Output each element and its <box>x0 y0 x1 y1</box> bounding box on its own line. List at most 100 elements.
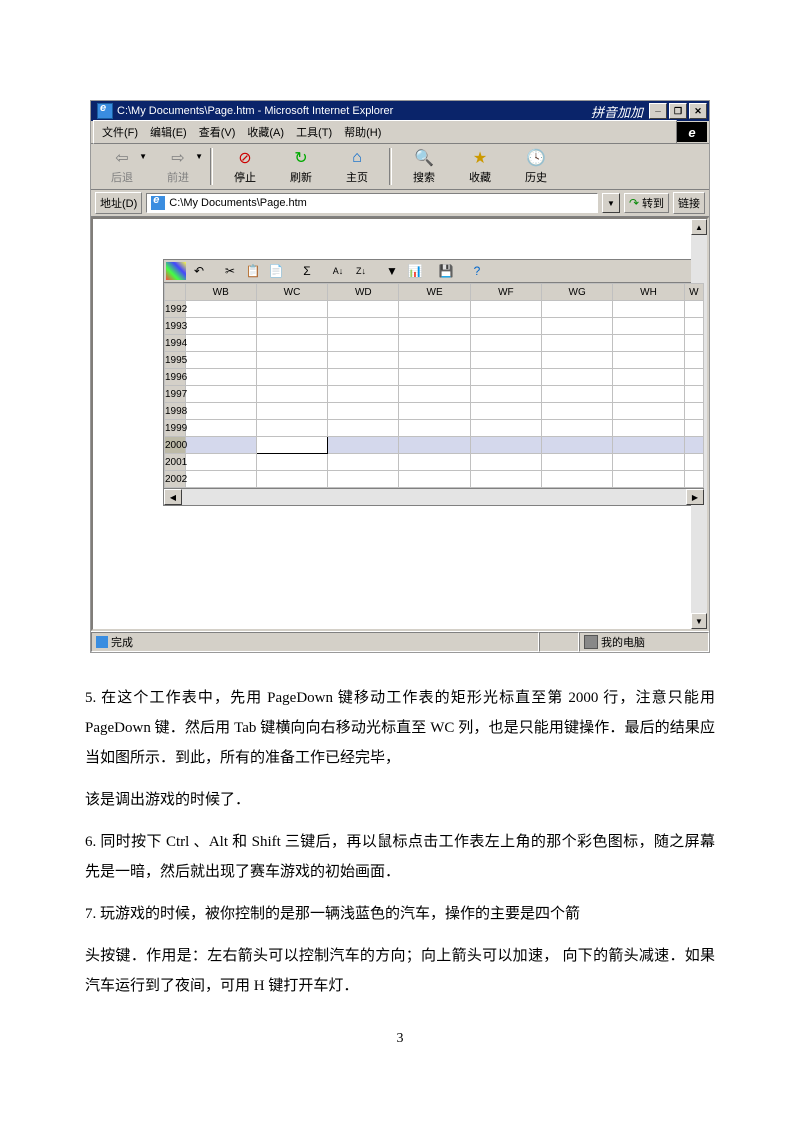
chart-button[interactable]: 📊 <box>404 261 426 281</box>
sort-desc-button[interactable]: Z↓ <box>350 261 372 281</box>
chevron-down-icon: ▼ <box>139 152 147 161</box>
page-icon <box>151 196 165 210</box>
paragraph-5: 5. 在这个工作表中，先用 PageDown 键移动工作表的矩形光标直至第 20… <box>85 683 715 773</box>
sheet-toolbar: ↶ ✂ 📋 📄 Σ A↓ Z↓ ▼ 📊 💾 ? <box>164 260 704 283</box>
selected-row: 2000 <box>165 437 704 454</box>
row-header[interactable]: 2001 <box>165 454 186 471</box>
row-header[interactable]: 1996 <box>165 369 186 386</box>
statusbar: 完成 我的电脑 <box>91 631 709 652</box>
menu-tools[interactable]: 工具(T) <box>290 122 338 142</box>
sum-button[interactable]: Σ <box>296 261 318 281</box>
back-button[interactable]: ⇦ 后退 ▼ <box>95 146 149 187</box>
col-header[interactable]: WE <box>399 284 470 301</box>
favorites-button[interactable]: ★ 收藏 <box>453 146 507 187</box>
col-header[interactable]: WG <box>542 284 613 301</box>
forward-icon: ⇨ <box>168 148 188 168</box>
go-button[interactable]: ↷ 转到 <box>624 193 669 213</box>
filter-button[interactable]: ▼ <box>381 261 403 281</box>
spreadsheet: ↶ ✂ 📋 📄 Σ A↓ Z↓ ▼ 📊 💾 ? <box>163 259 705 506</box>
row-header[interactable]: 1993 <box>165 318 186 335</box>
scroll-down-icon[interactable]: ▼ <box>691 613 707 629</box>
paste-button[interactable]: 📄 <box>265 261 287 281</box>
address-dropdown[interactable]: ▼ <box>602 193 620 213</box>
toolbar: ⇦ 后退 ▼ ⇨ 前进 ▼ ⊘ 停止 ↻ 刷新 ⌂ 主页 <box>91 144 709 190</box>
row-header[interactable]: 1997 <box>165 386 186 403</box>
browser-content: ▲ ▼ ↶ ✂ 📋 📄 Σ A↓ Z↓ <box>91 217 709 631</box>
menu-view[interactable]: 查看(V) <box>193 122 242 142</box>
sheet-hscrollbar[interactable]: ◀ ▶ <box>164 488 704 505</box>
titlebar: C:\My Documents\Page.htm - Microsoft Int… <box>91 101 709 121</box>
status-pane <box>539 632 579 652</box>
address-input[interactable]: C:\My Documents\Page.htm <box>146 193 598 213</box>
menu-help[interactable]: 帮助(H) <box>338 122 387 142</box>
col-header[interactable]: W <box>684 284 703 301</box>
document-icon <box>96 636 108 648</box>
ime-indicator: 拼音加加 <box>591 102 643 121</box>
forward-button[interactable]: ⇨ 前进 ▼ <box>151 146 205 187</box>
home-button[interactable]: ⌂ 主页 <box>330 146 384 187</box>
home-icon: ⌂ <box>347 148 367 168</box>
row-header[interactable]: 1994 <box>165 335 186 352</box>
computer-icon <box>584 635 598 649</box>
row-header[interactable]: 2000 <box>165 437 186 454</box>
ie-brand-icon: e <box>677 122 707 142</box>
col-header[interactable]: WF <box>470 284 541 301</box>
row-header[interactable]: 2002 <box>165 471 186 488</box>
search-icon: 🔍 <box>414 148 434 168</box>
col-header[interactable]: WC <box>256 284 327 301</box>
refresh-icon: ↻ <box>291 148 311 168</box>
star-icon: ★ <box>470 148 490 168</box>
page-number: 3 <box>0 1031 800 1047</box>
scroll-left-icon[interactable]: ◀ <box>164 489 182 505</box>
scroll-right-icon[interactable]: ▶ <box>686 489 704 505</box>
paragraph-7b: 头按键．作用是：左右箭头可以控制汽车的方向；向上箭头可以加速， 向下的箭头减速．… <box>85 941 715 1001</box>
stop-button[interactable]: ⊘ 停止 <box>218 146 272 187</box>
refresh-button[interactable]: ↻ 刷新 <box>274 146 328 187</box>
col-header[interactable]: WD <box>328 284 399 301</box>
scroll-up-icon[interactable]: ▲ <box>691 219 707 235</box>
row-header[interactable]: 1992 <box>165 301 186 318</box>
ie-window-screenshot: C:\My Documents\Page.htm - Microsoft Int… <box>90 100 710 653</box>
undo-button[interactable]: ↶ <box>188 261 210 281</box>
sort-asc-button[interactable]: A↓ <box>327 261 349 281</box>
paragraph-7a: 7. 玩游戏的时候，被你控制的是那一辆浅蓝色的汽车，操作的主要是四个箭 <box>85 899 715 929</box>
menu-favorites[interactable]: 收藏(A) <box>241 122 290 142</box>
document-body: 5. 在这个工作表中，先用 PageDown 键移动工作表的矩形光标直至第 20… <box>85 683 715 1001</box>
maximize-button[interactable] <box>669 103 687 119</box>
minimize-button[interactable] <box>649 103 667 119</box>
col-header[interactable]: WB <box>185 284 256 301</box>
history-button[interactable]: 🕓 历史 <box>509 146 563 187</box>
address-label: 地址(D) <box>95 192 142 214</box>
ie-icon <box>97 103 113 119</box>
grid-corner[interactable] <box>165 284 186 301</box>
row-header[interactable]: 1998 <box>165 403 186 420</box>
search-button[interactable]: 🔍 搜索 <box>397 146 451 187</box>
menu-edit[interactable]: 编辑(E) <box>144 122 193 142</box>
links-button[interactable]: 链接 <box>673 192 705 214</box>
row-header[interactable]: 1995 <box>165 352 186 369</box>
color-logo-icon[interactable] <box>165 261 187 281</box>
paragraph-5b: 该是调出游戏的时候了． <box>85 785 715 815</box>
active-cell[interactable] <box>256 437 327 454</box>
copy-button[interactable]: 📋 <box>242 261 264 281</box>
sheet-grid[interactable]: WB WC WD WE WF WG WH W 1992 1993 1994 19… <box>164 283 704 488</box>
history-icon: 🕓 <box>526 148 546 168</box>
status-right: 我的电脑 <box>579 632 709 652</box>
row-header[interactable]: 1999 <box>165 420 186 437</box>
address-bar: 地址(D) C:\My Documents\Page.htm ▼ ↷ 转到 链接 <box>91 190 709 217</box>
export-button[interactable]: 💾 <box>435 261 457 281</box>
status-left: 完成 <box>91 632 539 652</box>
window-title: C:\My Documents\Page.htm - Microsoft Int… <box>117 105 591 117</box>
chevron-down-icon: ▼ <box>195 152 203 161</box>
paragraph-6: 6. 同时按下 Ctrl 、Alt 和 Shift 三键后，再以鼠标点击工作表左… <box>85 827 715 887</box>
menu-file[interactable]: 文件(F) <box>96 122 144 142</box>
stop-icon: ⊘ <box>235 148 255 168</box>
col-header[interactable]: WH <box>613 284 684 301</box>
cut-button[interactable]: ✂ <box>219 261 241 281</box>
help-button[interactable]: ? <box>466 261 488 281</box>
go-icon: ↷ <box>629 196 639 210</box>
address-value: C:\My Documents\Page.htm <box>169 197 307 209</box>
close-button[interactable] <box>689 103 707 119</box>
back-icon: ⇦ <box>112 148 132 168</box>
menubar: 文件(F) 编辑(E) 查看(V) 收藏(A) 工具(T) 帮助(H) e <box>91 121 709 144</box>
